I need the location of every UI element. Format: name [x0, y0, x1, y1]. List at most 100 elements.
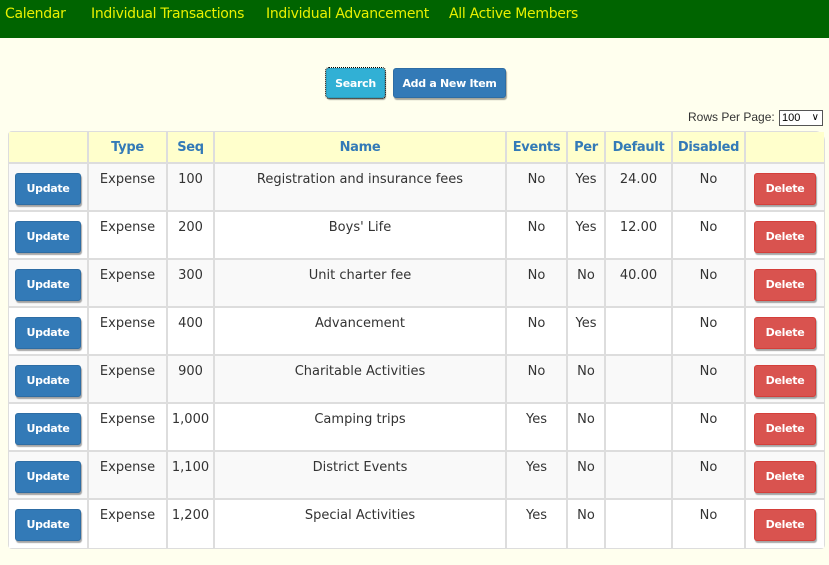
nav-individual-transactions[interactable]: Individual Transactions — [91, 6, 244, 22]
cell-disabled: No — [673, 500, 746, 548]
table-row: Update Expense 1,100 District Events Yes No No… — [9, 452, 824, 500]
cell-type: Expense — [89, 308, 168, 356]
cell-per: Yes — [568, 164, 606, 212]
cell-per: No — [568, 452, 606, 500]
delete-button[interactable]: Delete — [754, 317, 816, 349]
table-row: Update Expense 300 Unit charter fee No No 40.0… — [9, 260, 824, 308]
rows-per-page-value: 100 — [782, 112, 801, 124]
update-button[interactable]: Update — [15, 509, 81, 541]
cell-events: No — [507, 260, 568, 308]
cell-name: District Events — [215, 452, 507, 500]
update-button[interactable]: Update — [15, 173, 81, 205]
cell-disabled: No — [673, 164, 746, 212]
cell-name: Advancement — [215, 308, 507, 356]
cell-events: No — [507, 308, 568, 356]
cell-default — [606, 308, 673, 356]
delete-cell: Delete — [746, 308, 824, 356]
column-header-disabled[interactable]: Disabled — [673, 132, 746, 164]
update-cell: Update — [9, 404, 89, 452]
cell-per: Yes — [568, 212, 606, 260]
rows-per-page-select[interactable]: 100 ∨ — [779, 110, 823, 126]
cell-seq: 900 — [168, 356, 215, 404]
cell-disabled: No — [673, 356, 746, 404]
nav-calendar[interactable]: Calendar — [5, 6, 66, 22]
cell-seq: 200 — [168, 212, 215, 260]
update-button[interactable]: Update — [15, 413, 81, 445]
table-row: Update Expense 1,200 Special Activities Yes N… — [9, 500, 824, 548]
delete-button[interactable]: Delete — [754, 365, 816, 397]
delete-button[interactable]: Delete — [754, 461, 816, 493]
cell-per: Yes — [568, 308, 606, 356]
update-cell: Update — [9, 356, 89, 404]
cell-name: Registration and insurance fees — [215, 164, 507, 212]
column-header-seq[interactable]: Seq — [168, 132, 215, 164]
chevron-down-icon: ∨ — [811, 112, 819, 123]
column-header-actions — [9, 132, 89, 164]
delete-cell: Delete — [746, 500, 824, 548]
table-row: Update Expense 1,000 Camping trips Yes No No De… — [9, 404, 824, 452]
table-row: Update Expense 100 Registration and insuran… — [9, 164, 824, 212]
cell-name: Unit charter fee — [215, 260, 507, 308]
cell-default — [606, 500, 673, 548]
cell-disabled: No — [673, 260, 746, 308]
cell-type: Expense — [89, 164, 168, 212]
cell-events: Yes — [507, 452, 568, 500]
cell-name: Camping trips — [215, 404, 507, 452]
delete-button[interactable]: Delete — [754, 509, 816, 541]
cell-seq: 300 — [168, 260, 215, 308]
update-button[interactable]: Update — [15, 461, 81, 493]
cell-events: No — [507, 164, 568, 212]
update-button[interactable]: Update — [15, 317, 81, 349]
update-cell: Update — [9, 212, 89, 260]
cell-type: Expense — [89, 452, 168, 500]
cell-events: Yes — [507, 500, 568, 548]
update-button[interactable]: Update — [15, 269, 81, 301]
column-header-name[interactable]: Name — [215, 132, 507, 164]
cell-disabled: No — [673, 212, 746, 260]
cell-type: Expense — [89, 404, 168, 452]
nav-all-active-members[interactable]: All Active Members — [449, 6, 578, 22]
cell-type: Expense — [89, 356, 168, 404]
update-cell: Update — [9, 500, 89, 548]
rows-per-page-label: Rows Per Page: — [688, 110, 775, 124]
cell-seq: 100 — [168, 164, 215, 212]
cell-per: No — [568, 356, 606, 404]
cell-seq: 1,200 — [168, 500, 215, 548]
cell-default: 40.00 — [606, 260, 673, 308]
update-button[interactable]: Update — [15, 221, 81, 253]
search-button[interactable]: Search — [325, 67, 386, 99]
update-cell: Update — [9, 452, 89, 500]
cell-seq: 400 — [168, 308, 215, 356]
column-header-per[interactable]: Per — [568, 132, 606, 164]
cell-events: Yes — [507, 404, 568, 452]
nav-individual-advancement[interactable]: Individual Advancement — [266, 6, 429, 22]
cell-name: Charitable Activities — [215, 356, 507, 404]
delete-cell: Delete — [746, 356, 824, 404]
delete-button[interactable]: Delete — [754, 269, 816, 301]
delete-button[interactable]: Delete — [754, 173, 816, 205]
delete-button[interactable]: Delete — [754, 413, 816, 445]
cell-type: Expense — [89, 260, 168, 308]
delete-cell: Delete — [746, 212, 824, 260]
add-new-item-button[interactable]: Add a New Item — [393, 68, 506, 98]
cell-disabled: No — [673, 308, 746, 356]
items-table: Type Seq Name Events Per Default Disable… — [8, 131, 825, 549]
cell-name: Special Activities — [215, 500, 507, 548]
cell-default: 12.00 — [606, 212, 673, 260]
column-header-events[interactable]: Events — [507, 132, 568, 164]
delete-button[interactable]: Delete — [754, 221, 816, 253]
update-button[interactable]: Update — [15, 365, 81, 397]
cell-disabled: No — [673, 404, 746, 452]
column-header-type[interactable]: Type — [89, 132, 168, 164]
cell-seq: 1,000 — [168, 404, 215, 452]
update-cell: Update — [9, 260, 89, 308]
column-header-default[interactable]: Default — [606, 132, 673, 164]
table-row: Update Expense 200 Boys' Life No Yes 12.00 No De… — [9, 212, 824, 260]
update-cell: Update — [9, 308, 89, 356]
cell-per: No — [568, 260, 606, 308]
cell-events: No — [507, 356, 568, 404]
delete-cell: Delete — [746, 164, 824, 212]
table-row: Update Expense 900 Charitable Activities No N… — [9, 356, 824, 404]
update-cell: Update — [9, 164, 89, 212]
cell-name: Boys' Life — [215, 212, 507, 260]
